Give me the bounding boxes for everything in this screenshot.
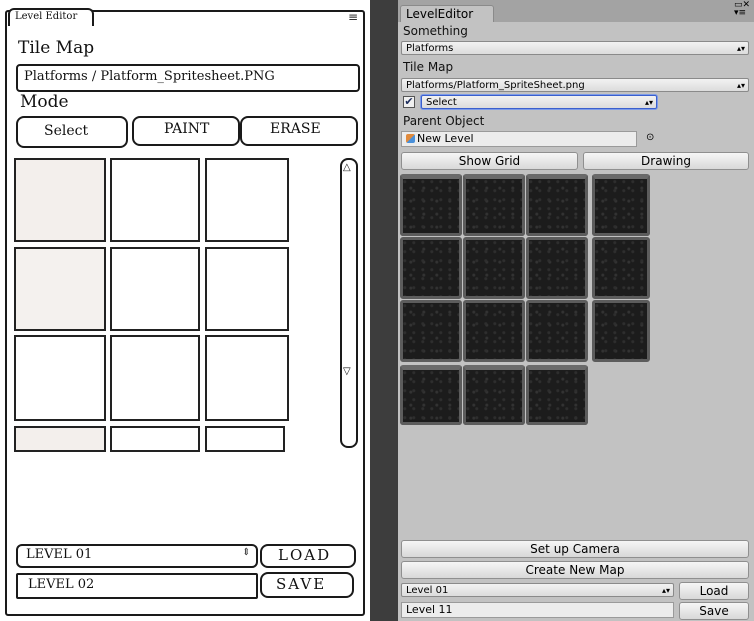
sketch-erase-label: ERASE [270, 121, 321, 137]
parent-object-value: New Level [417, 132, 474, 145]
create-new-map-label: Create New Map [525, 563, 625, 577]
load-label: Load [699, 584, 729, 598]
sketch-tile [110, 247, 200, 331]
sketch-level-field: LEVEL 02 [16, 573, 258, 599]
sketch-tab-label: Level Editor [15, 11, 78, 22]
sketch-paint-label: PAINT [164, 121, 210, 137]
sketch-tile [205, 335, 289, 421]
sketch-tile [110, 335, 200, 421]
tile-palette [398, 172, 754, 432]
tile-platform[interactable] [526, 237, 588, 299]
sketch-paint-button: PAINT [132, 116, 240, 146]
sketch-tile [14, 426, 106, 452]
tile-platform[interactable] [526, 365, 588, 425]
save-label: Save [699, 604, 729, 618]
mode-dropdown-value: Select [426, 97, 457, 108]
sketch-menu-icon: ≡ [348, 10, 359, 24]
sketch-erase-button: ERASE [240, 116, 358, 146]
tile-platform[interactable] [400, 365, 462, 425]
tab-leveleditor-label: LevelEditor [406, 7, 474, 21]
sketch-select-button: Select [16, 116, 128, 148]
tile-platform[interactable] [400, 174, 462, 236]
sketch-mockup: Level Editor ≡ Tile Map Platforms / Plat… [0, 0, 370, 621]
sketch-tile [14, 335, 106, 421]
sketch-tab: Level Editor [8, 8, 94, 26]
sketch-scrollbar: △ ▽ [340, 158, 358, 448]
sketch-tile-map-path: Platforms / Platform_Spritesheet.PNG [24, 69, 275, 84]
tile-platform[interactable] [463, 174, 525, 236]
mode-checkbox[interactable]: ✔ [403, 96, 415, 108]
tile-map-label: Tile Map [403, 60, 454, 74]
tile-platform[interactable] [463, 237, 525, 299]
window-menu-icon[interactable]: ▭✕ ▾≡ [734, 1, 750, 18]
divider [370, 0, 398, 621]
sketch-tile [14, 247, 106, 331]
sketch-tile [14, 158, 106, 242]
something-label: Something [403, 24, 468, 38]
sketch-dropdown-arrows-icon: ⇕ [242, 547, 251, 558]
tile-platform[interactable] [592, 174, 650, 236]
sketch-tile [205, 247, 289, 331]
mode-dropdown[interactable]: Select ▴▾ [421, 95, 657, 109]
checkmark-icon: ✔ [404, 95, 414, 108]
level-dropdown[interactable]: Level 01 ▴▾ [401, 583, 674, 597]
sketch-mode-label: Mode [20, 92, 69, 112]
sketch-tile-map-label: Tile Map [18, 38, 95, 58]
sketch-select-label: Select [44, 123, 89, 139]
gameobject-icon [406, 134, 415, 143]
tile-platform[interactable] [592, 237, 650, 299]
something-dropdown-value: Platforms [406, 43, 454, 54]
sketch-tile [205, 426, 285, 452]
show-grid-button[interactable]: Show Grid [401, 152, 578, 170]
level-name-value: Level 11 [406, 603, 453, 616]
drawing-button[interactable]: Drawing [583, 152, 749, 170]
sketch-level-dropdown: LEVEL 01 ⇕ [16, 544, 258, 568]
tile-platform[interactable] [526, 300, 588, 362]
sketch-scroll-up-icon: △ [343, 162, 351, 173]
show-grid-label: Show Grid [458, 154, 521, 168]
dropdown-arrow-icon: ▴▾ [661, 586, 670, 595]
tile-platform[interactable] [400, 237, 462, 299]
level-dropdown-value: Level 01 [406, 585, 449, 596]
sketch-save-label: SAVE [276, 575, 327, 593]
dropdown-arrow-icon: ▴▾ [736, 44, 745, 53]
tile-platform[interactable] [400, 300, 462, 362]
tile-map-dropdown-value: Platforms/Platform_SpriteSheet.png [406, 80, 585, 91]
tile-platform[interactable] [526, 174, 588, 236]
sketch-level-dropdown-label: LEVEL 01 [26, 547, 93, 562]
sketch-load-label: LOAD [278, 546, 332, 564]
sketch-tile [110, 158, 200, 242]
sketch-save-button: SAVE [260, 572, 354, 598]
tile-platform[interactable] [463, 300, 525, 362]
load-button[interactable]: Load [679, 582, 749, 600]
dropdown-arrow-icon: ▴▾ [736, 81, 745, 90]
level-name-field[interactable]: Level 11 [401, 602, 674, 618]
sketch-load-button: LOAD [260, 544, 356, 568]
sketch-level-field-label: LEVEL 02 [28, 577, 95, 592]
sketch-scroll-down-icon: ▽ [343, 366, 351, 377]
dropdown-arrow-icon: ▴▾ [644, 98, 653, 107]
sketch-tile [205, 158, 289, 242]
create-new-map-button[interactable]: Create New Map [401, 561, 749, 579]
sketch-tile [110, 426, 200, 452]
tab-leveleditor[interactable]: LevelEditor [400, 5, 494, 22]
tile-platform[interactable] [463, 365, 525, 425]
parent-object-field[interactable]: New Level [401, 131, 637, 147]
drawing-label: Drawing [641, 154, 691, 168]
set-up-camera-button[interactable]: Set up Camera [401, 540, 749, 558]
tile-map-dropdown[interactable]: Platforms/Platform_SpriteSheet.png ▴▾ [401, 78, 749, 92]
tile-platform[interactable] [592, 300, 650, 362]
parent-object-label: Parent Object [403, 114, 485, 128]
object-picker-icon[interactable]: ⊙ [646, 132, 654, 143]
sketch-tile-map-field: Platforms / Platform_Spritesheet.PNG [16, 64, 360, 92]
level-editor-window: LevelEditor ▭✕ ▾≡ Something Platforms ▴▾ … [398, 0, 754, 621]
save-button[interactable]: Save [679, 602, 749, 620]
set-up-camera-label: Set up Camera [530, 542, 620, 556]
something-dropdown[interactable]: Platforms ▴▾ [401, 41, 749, 55]
